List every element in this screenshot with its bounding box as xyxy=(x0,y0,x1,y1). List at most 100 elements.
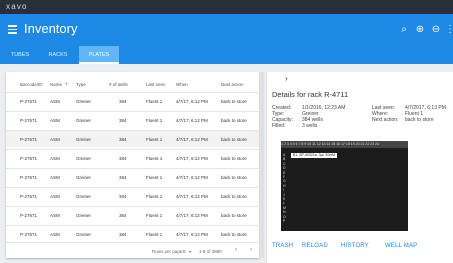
col-wells[interactable]: # of wells xyxy=(109,82,128,87)
table-row[interactable]: P-27671 ASM Greiner 384 Fluent 1 4/7/17,… xyxy=(6,187,259,204)
cell-next-action: back to store xyxy=(221,213,247,218)
cell-next-action: back to store xyxy=(221,232,247,237)
prev-page-icon[interactable]: ‹ xyxy=(235,247,237,253)
cell-next-action: back to store xyxy=(221,118,247,123)
cell-barcode: P-27671 xyxy=(20,232,38,237)
details-actions: TRASH RELOAD HISTORY WELL MAP xyxy=(267,243,453,253)
cell-wells: 384 xyxy=(119,137,127,142)
cell-wells: 384 xyxy=(119,194,127,199)
cell-wells: 384 xyxy=(119,118,127,123)
col-type[interactable]: Type xyxy=(76,82,86,87)
scrollbar[interactable] xyxy=(260,72,264,258)
cell-last-seen: Fluent 1 xyxy=(146,232,163,237)
next-page-icon[interactable]: › xyxy=(250,247,252,253)
col-name[interactable]: Name xyxy=(50,82,62,87)
chevron-right-icon[interactable]: › xyxy=(285,74,288,83)
page-range: 1-8 of 3890 xyxy=(199,249,222,254)
table-row[interactable]: P-27671 ASM Greiner 384 Fluent 1 4/7/17,… xyxy=(6,111,259,128)
cell-last-seen: Fluent 1 xyxy=(146,99,163,104)
cell-wells: 384 xyxy=(119,175,127,180)
cell-when: 4/7/17, 6:12 PM xyxy=(176,156,208,161)
table-row[interactable]: P-27671 ASM Greiner 384 Fluent 1 4/7/17,… xyxy=(6,149,259,166)
cell-last-seen: Fluent 1 xyxy=(146,156,163,161)
cell-wells: 384 xyxy=(119,232,127,237)
well-tooltip: B1: SP-40321a, 3µl, 20mM xyxy=(291,153,338,158)
dropdown-arrow-icon[interactable]: ▾ xyxy=(189,249,191,254)
tab-tubes[interactable]: TUBES xyxy=(10,46,30,64)
tab-plates[interactable]: PLATES xyxy=(79,46,119,64)
cell-barcode: P-27671 xyxy=(20,156,38,161)
cell-next-action: back to store xyxy=(221,175,247,180)
tab-bar: TUBES RACKS PLATES xyxy=(0,46,453,64)
col-last-seen[interactable]: Last seen xyxy=(146,82,166,87)
menu-icon[interactable] xyxy=(8,25,17,34)
cell-next-action: back to store xyxy=(221,137,247,142)
trash-button[interactable]: TRASH xyxy=(272,243,293,249)
cell-when: 4/7/17, 6:12 PM xyxy=(176,213,208,218)
cell-barcode: P-27671 xyxy=(20,194,38,199)
cell-when: 4/7/17, 6:12 PM xyxy=(176,232,208,237)
cell-wells: 384 xyxy=(119,156,127,161)
col-next-action[interactable]: Next action xyxy=(221,82,244,87)
plate-column-header: 1 2 3 4 5 6 7 8 9 10 11 12 13 14 15 16 1… xyxy=(281,141,408,148)
well-map-button[interactable]: WELL MAP xyxy=(385,243,417,249)
cell-next-action: back to store xyxy=(221,156,247,161)
cell-type: Greiner xyxy=(76,213,92,218)
cell-type: Greiner xyxy=(76,99,92,104)
details-panel: › Details for rack R-4711 Created: Type:… xyxy=(267,72,453,263)
arrow-up-icon[interactable]: 🡡 xyxy=(65,82,69,90)
cell-name: ASM xyxy=(50,232,60,237)
cell-type: Greiner xyxy=(76,137,92,142)
plate-row-label: P xyxy=(283,219,286,224)
table-footer: Rows per page: 8 ▾ 1-8 of 3890 ‹ › xyxy=(6,242,259,259)
minus-circle-icon[interactable]: ⊖ xyxy=(430,24,442,36)
cell-name: ASM xyxy=(50,118,60,123)
cell-barcode: P-27671 xyxy=(20,175,38,180)
cell-barcode: P-27671 xyxy=(20,213,38,218)
cell-name: ASM xyxy=(50,194,60,199)
cell-next-action: back to store xyxy=(221,99,247,104)
cell-name: ASM xyxy=(50,175,60,180)
plates-table-card: Barcode/ID Name 🡡 Type # of wells Last s… xyxy=(6,72,259,258)
cell-last-seen: Fluent 1 xyxy=(146,194,163,199)
details-right-values: 4/7/2017, 6:13 PM Fluent 1 back to store xyxy=(405,105,446,123)
cell-last-seen: Fluent 1 xyxy=(146,137,163,142)
reload-button[interactable]: RELOAD xyxy=(302,243,328,249)
brand-logo: xavo xyxy=(6,2,28,11)
filled-value: 3 wells xyxy=(302,123,318,129)
cell-type: Greiner xyxy=(76,118,92,123)
plate-row-labels: A B C D E F G H I J K L M N O P xyxy=(283,153,289,224)
cell-wells: 384 xyxy=(119,213,127,218)
table-row[interactable]: P-27671 ASM Greiner 384 Fluent 1 4/7/17,… xyxy=(6,206,259,223)
cell-when: 4/7/17, 6:12 PM xyxy=(176,118,208,123)
col-barcode[interactable]: Barcode/ID xyxy=(20,82,43,87)
cell-name: ASM xyxy=(50,213,60,218)
cell-when: 4/7/17, 6:12 PM xyxy=(176,194,208,199)
tab-racks[interactable]: RACKS xyxy=(45,46,71,64)
cell-barcode: P-27671 xyxy=(20,118,38,123)
cell-last-seen: Fluent 1 xyxy=(146,175,163,180)
more-vert-icon[interactable]: ⋮ xyxy=(445,24,453,36)
brand-bar: xavo xyxy=(0,0,453,14)
history-button[interactable]: HISTORY xyxy=(341,243,369,249)
cell-name: ASM xyxy=(50,137,60,142)
cell-barcode: P-27671 xyxy=(20,137,38,142)
cell-next-action: back to store xyxy=(221,194,247,199)
cell-when: 4/7/17, 6:12 PM xyxy=(176,137,208,142)
table-row[interactable]: P-27671 ASM Greiner 384 Fluent 1 4/7/17,… xyxy=(6,225,259,242)
search-icon[interactable]: ⌕ xyxy=(398,24,410,36)
rows-per-page-select[interactable]: 8 xyxy=(183,249,186,254)
col-when[interactable]: When xyxy=(176,82,188,87)
details-left-values: 1/1/2016, 12:23 AM Greiner 384 wells 3 w… xyxy=(302,105,345,129)
page-title: Inventory xyxy=(24,21,78,36)
plate-map[interactable]: 1 2 3 4 5 6 7 8 9 10 11 12 13 14 15 16 1… xyxy=(281,141,408,231)
app-bar: Inventory ⌕ ⊕ ⊖ ⋮ xyxy=(0,14,453,46)
next-action-label: Next action: xyxy=(372,117,399,123)
cell-type: Greiner xyxy=(76,232,92,237)
table-row[interactable]: P-27671 ASM Greiner 384 Fluent 1 4/7/17,… xyxy=(6,92,259,109)
table-row[interactable]: P-27671 ASM Greiner 384 Fluent 1 4/7/17,… xyxy=(6,168,259,185)
cell-name: ASM xyxy=(50,99,60,104)
details-right-keys: Last seen: Where: Next action: xyxy=(372,105,398,123)
add-circle-icon[interactable]: ⊕ xyxy=(414,24,426,36)
table-row-selected[interactable]: P-27671 ASM Greiner 384 Fluent 1 4/7/17,… xyxy=(6,130,259,147)
